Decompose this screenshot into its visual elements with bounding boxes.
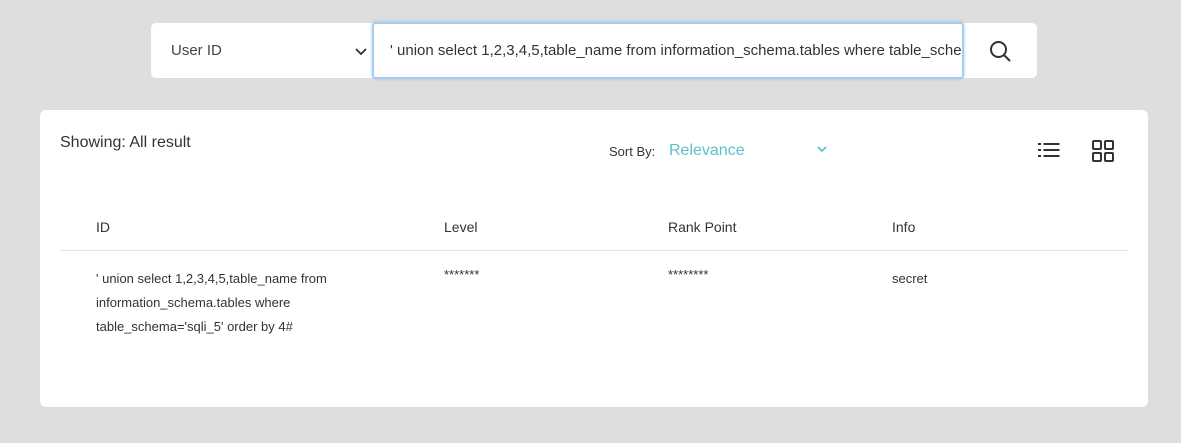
search-filter-value: User ID bbox=[171, 42, 222, 59]
cell-info: secret bbox=[892, 271, 928, 286]
column-header-rank-point: Rank Point bbox=[668, 219, 737, 235]
search-input[interactable]: ' union select 1,2,3,4,5,table_name from… bbox=[372, 22, 964, 79]
column-header-info: Info bbox=[892, 219, 916, 235]
results-showing-label: Showing: All result bbox=[60, 134, 191, 151]
search-filter-select[interactable]: User ID bbox=[151, 23, 371, 78]
cell-rank-point: ******** bbox=[668, 267, 709, 282]
search-icon bbox=[990, 41, 1011, 62]
cell-id: ' union select 1,2,3,4,5,table_name from… bbox=[96, 267, 327, 339]
search-button[interactable] bbox=[977, 35, 1023, 67]
results-card: Showing: All result Sort By: Relevance I… bbox=[40, 110, 1148, 407]
sort-by-select[interactable]: Relevance bbox=[669, 142, 827, 160]
sort-by-label: Sort By: bbox=[609, 144, 656, 159]
cell-id-line: information_schema.tables where bbox=[96, 295, 291, 310]
chevron-down-icon bbox=[355, 43, 367, 59]
grid-view-icon bbox=[1092, 140, 1114, 162]
grid-view-button[interactable] bbox=[1091, 139, 1115, 163]
list-view-button[interactable] bbox=[1037, 139, 1061, 163]
cell-id-line: ' union select 1,2,3,4,5,table_name from bbox=[96, 271, 327, 286]
column-header-level: Level bbox=[444, 219, 478, 235]
table-header: ID Level Rank Point Info bbox=[60, 210, 1128, 251]
cell-level: ******* bbox=[444, 267, 480, 282]
column-header-id: ID bbox=[96, 219, 110, 235]
list-view-icon bbox=[1038, 143, 1060, 157]
search-bar: User ID ' union select 1,2,3,4,5,table_n… bbox=[151, 22, 1037, 79]
search-input-value: ' union select 1,2,3,4,5,table_name from… bbox=[390, 42, 962, 59]
sort-by-value: Relevance bbox=[669, 142, 745, 159]
cell-id-line: table_schema='sqli_5' order by 4# bbox=[96, 319, 293, 334]
chevron-down-icon bbox=[816, 142, 827, 156]
